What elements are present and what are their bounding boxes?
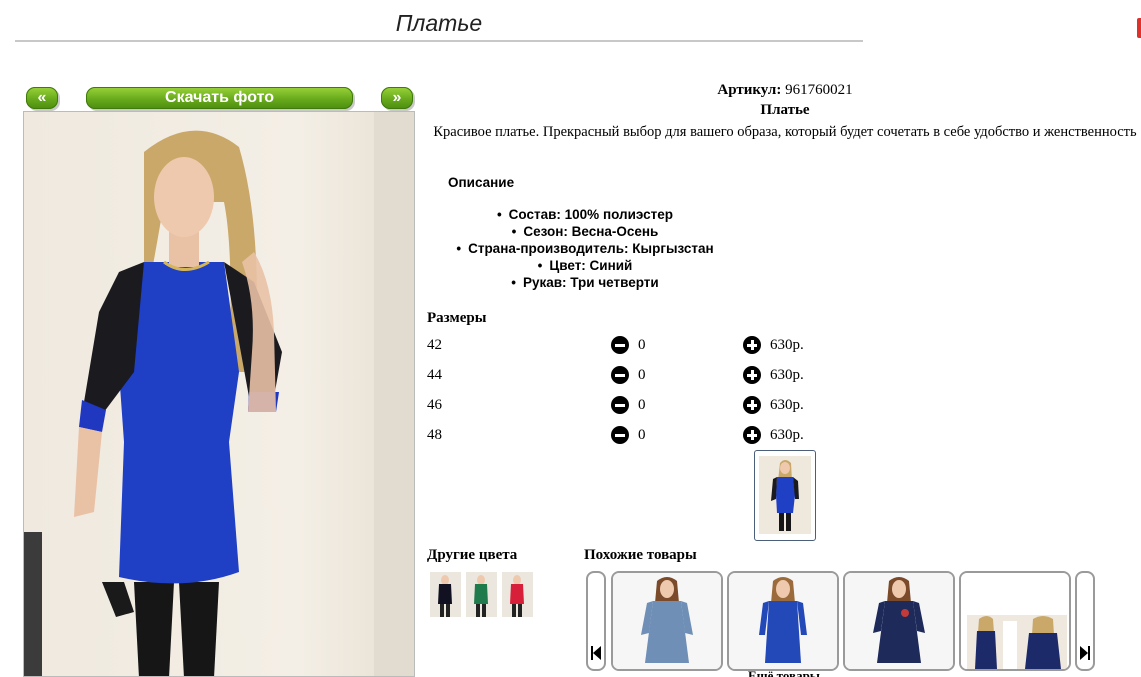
quantity-value: 0 [638, 397, 646, 413]
size-price: 630р. [770, 397, 804, 413]
size-price: 630р. [770, 337, 804, 353]
prev-photo-button[interactable]: « [26, 87, 58, 109]
title-divider [15, 40, 863, 42]
carousel-next-button[interactable] [1075, 571, 1095, 671]
property-item: Сезон: Весна-Осень [430, 223, 740, 240]
product-name: Платье [760, 102, 810, 118]
similar-product-card[interactable] [843, 571, 955, 671]
photo-thumbnail[interactable] [754, 450, 816, 541]
property-item: Цвет: Синий [430, 257, 740, 274]
size-price: 630р. [770, 427, 804, 443]
minus-circle-icon[interactable] [611, 396, 629, 414]
minus-circle-icon[interactable] [611, 336, 629, 354]
size-price: 630р. [770, 367, 804, 383]
similar-product-image [729, 573, 837, 669]
similar-product-card[interactable] [959, 571, 1071, 671]
size-label: 44 [427, 367, 442, 383]
similar-product-image [845, 573, 953, 669]
next-photo-button[interactable]: » [381, 87, 413, 109]
similar-product-image [613, 573, 721, 669]
download-photo-button[interactable]: Скачать фото [86, 87, 353, 109]
plus-circle-icon[interactable] [743, 366, 761, 384]
article-value: 961760021 [785, 82, 853, 98]
article-line: Артикул: 961760021 [430, 82, 1140, 99]
skip-back-icon [591, 646, 601, 660]
page-title: Платье [395, 10, 483, 36]
property-item: Состав: 100% полиэстер [430, 206, 740, 223]
quantity-value: 0 [638, 367, 646, 383]
plus-circle-icon[interactable] [743, 426, 761, 444]
similar-products-heading: Похожие товары [584, 547, 697, 563]
color-variant-image [502, 572, 533, 617]
size-label: 48 [427, 427, 442, 443]
size-row: 44 0 630р. [427, 365, 827, 389]
product-photo-image [24, 112, 414, 676]
thumbnail-image [759, 456, 811, 534]
carousel-prev-button[interactable] [586, 571, 606, 671]
similar-product-image [961, 573, 1069, 669]
edge-tab[interactable] [1137, 18, 1141, 38]
color-variant-image [466, 572, 497, 617]
property-item: Страна-производитель: Кыргызстан [430, 240, 740, 257]
main-product-photo[interactable] [23, 111, 415, 677]
size-row: 48 0 630р. [427, 425, 827, 449]
plus-circle-icon[interactable] [743, 396, 761, 414]
sizes-heading: Размеры [427, 310, 487, 326]
plus-circle-icon[interactable] [743, 336, 761, 354]
minus-circle-icon[interactable] [611, 366, 629, 384]
size-label: 46 [427, 397, 442, 413]
size-label: 42 [427, 337, 442, 353]
similar-product-card[interactable] [727, 571, 839, 671]
product-description: Красивое платье. Прекрасный выбор для ва… [433, 124, 1137, 140]
article-label: Артикул: [717, 82, 782, 98]
property-item: Рукав: Три четверти [430, 274, 740, 291]
description-heading: Описание [448, 175, 515, 190]
more-products-link[interactable]: Ещё товары [748, 668, 820, 677]
other-colors-heading: Другие цвета [427, 547, 518, 563]
color-variant-thumbnail[interactable] [430, 572, 461, 617]
quantity-value: 0 [638, 427, 646, 443]
color-variant-image [430, 572, 461, 617]
color-variant-thumbnail[interactable] [466, 572, 497, 617]
properties-list: Состав: 100% полиэстер Сезон: Весна-Осен… [430, 206, 740, 291]
color-variant-thumbnail[interactable] [502, 572, 533, 617]
quantity-value: 0 [638, 337, 646, 353]
size-row: 42 0 630р. [427, 335, 827, 359]
size-row: 46 0 630р. [427, 395, 827, 419]
skip-forward-icon [1080, 646, 1090, 660]
minus-circle-icon[interactable] [611, 426, 629, 444]
similar-product-card[interactable] [611, 571, 723, 671]
